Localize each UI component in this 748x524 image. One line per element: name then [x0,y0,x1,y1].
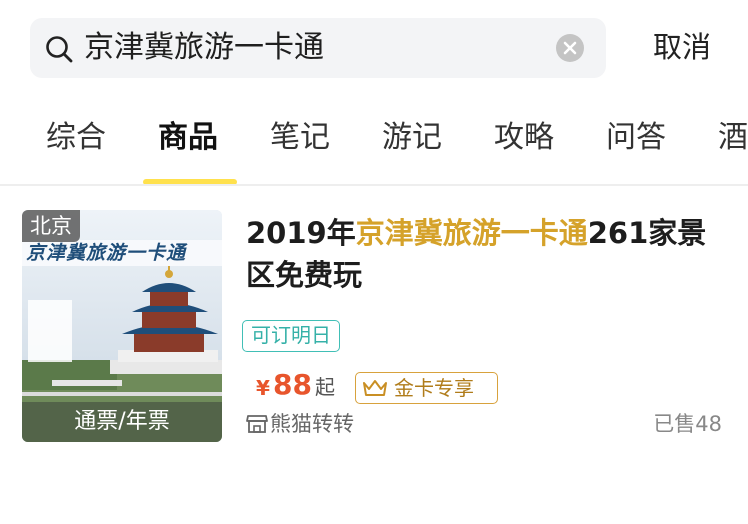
gold-card-tag: 金卡专享 [355,372,498,404]
search-input[interactable]: 京津冀旅游一卡通 [84,29,324,67]
shop-name[interactable]: 熊猫转转 [270,409,354,439]
shop-icon [246,415,268,433]
product-title[interactable]: 2019年京津冀旅游一卡通261家景区免费玩 [246,212,730,296]
crown-icon [363,380,387,396]
cancel-button[interactable]: 取消 [653,27,711,67]
tab-notes[interactable]: 笔记 [270,118,330,158]
price-suffix: 起 [315,375,335,399]
gold-card-label: 金卡专享 [394,376,474,400]
image-caption: 通票/年票 [74,409,170,434]
product-image[interactable]: 京津冀旅游一卡通 北京 通票/年票 [22,210,222,442]
divider [0,184,748,186]
reserve-tomorrow-tag: 可订明日 [242,320,340,352]
price-currency: ¥ [256,376,270,400]
city-badge: 北京 [22,210,80,242]
tab-guides[interactable]: 攻略 [494,118,554,158]
tab-travelogues[interactable]: 游记 [382,118,442,158]
tab-bar: 综合 商品 笔记 游记 攻略 问答 酒 [0,100,748,184]
sold-count: 已售48 [653,412,722,436]
tab-hotels[interactable]: 酒 [718,118,748,158]
tab-comprehensive[interactable]: 综合 [46,118,106,158]
title-prefix: 2019年 [246,216,356,250]
title-highlight: 京津冀旅游一卡通 [355,216,588,250]
tab-products[interactable]: 商品 [158,118,218,158]
image-banner-text: 京津冀旅游一卡通 [26,242,187,264]
search-bar[interactable]: 京津冀旅游一卡通 [30,18,606,78]
search-icon [46,36,73,63]
clear-icon[interactable] [556,34,584,62]
price-value: 88 [273,368,312,401]
tab-qa[interactable]: 问答 [606,118,666,158]
